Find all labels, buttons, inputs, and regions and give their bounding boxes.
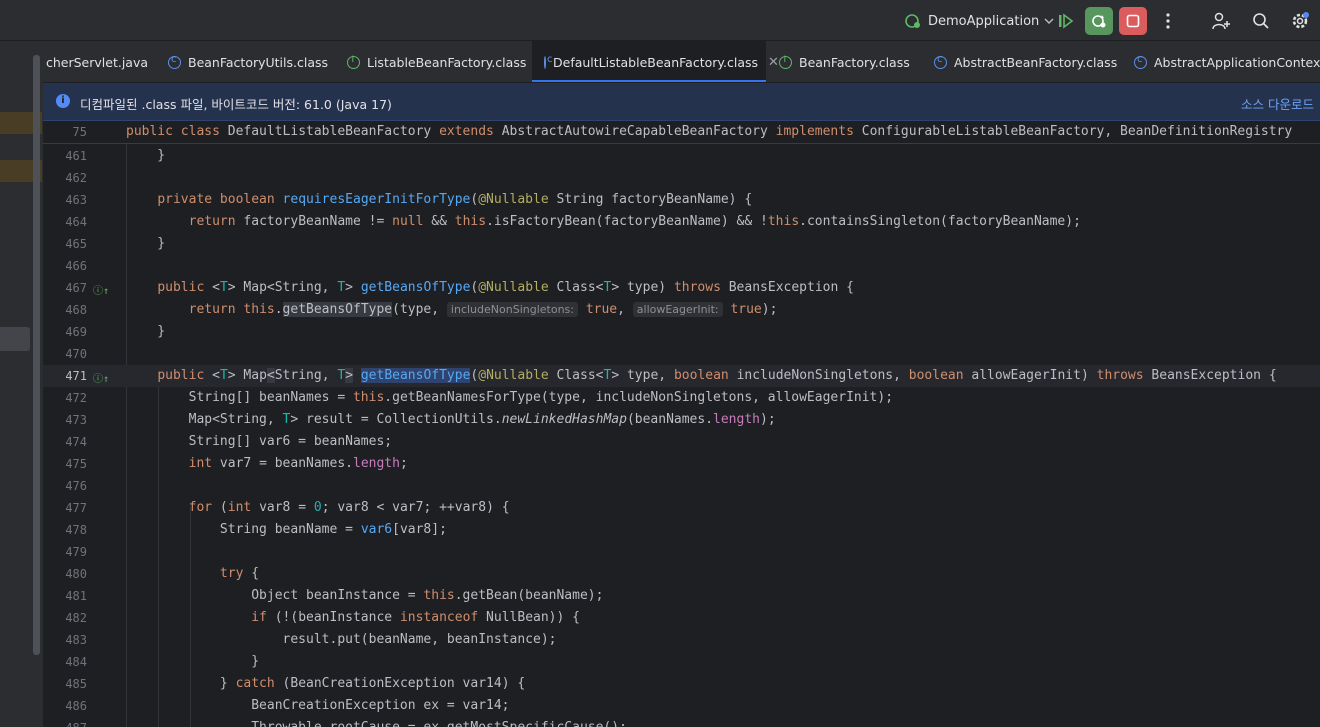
code-line: 486 BeanCreationException ex = var14; (65, 698, 510, 713)
code-line: 464 return factoryBeanName != null && th… (65, 214, 1081, 229)
code-line: 483 result.put(beanName, beanInstance); (65, 632, 557, 647)
code-line: 473 Map<String, T> result = CollectionUt… (65, 412, 776, 427)
code-line: 468 return this.getBeansOfType(type, inc… (65, 302, 778, 317)
download-sources-link[interactable]: 소스 다운로드 (1241, 94, 1314, 113)
settings-button[interactable] (1286, 7, 1314, 35)
current-code-line: 471 ⓘ↑ public <T> Map<String, T> getBeans… (43, 365, 1320, 387)
code-line: 474 String[] var6 = beanNames; (65, 434, 393, 449)
tab-label: DefaultListableBeanFactory.class (553, 54, 759, 70)
class-icon (544, 54, 553, 69)
banner-text: 디컴파일된 .class 파일, 바이트코드 버전: 61.0 (Java 17… (80, 97, 392, 112)
more-vertical-icon (1166, 13, 1170, 29)
interface-icon (779, 55, 792, 69)
code-line: 480 try { (65, 566, 260, 581)
tab-bean-factory[interactable]: BeanFactory.class (779, 41, 910, 82)
run-config-selector[interactable]: DemoApplication (904, 8, 1055, 34)
code-line: 482 if (!(beanInstance instanceof NullBe… (65, 610, 580, 625)
code-line: 472 String[] beanNames = this.getBeanNam… (65, 390, 894, 405)
code-line: 469 } (65, 324, 166, 339)
interface-icon (347, 55, 360, 69)
add-user-icon (1212, 12, 1230, 30)
code-line: 484 } (65, 654, 260, 669)
more-actions-button[interactable] (1154, 7, 1182, 35)
search-icon (1253, 13, 1269, 29)
code-line: 465 } (65, 236, 166, 251)
code-line: 467 ⓘ↑ public <T> Map<String, T> getBeans… (43, 277, 1320, 299)
debug-restart-icon (1092, 15, 1106, 28)
tab-label: cherServlet.java (46, 54, 149, 70)
selected-node[interactable] (0, 327, 30, 351)
tab-bean-factory-utils[interactable]: BeanFactoryUtils.class (168, 41, 329, 82)
debug-button[interactable] (1085, 7, 1113, 35)
code-editor[interactable]: 461 } 462 463 private boolean requiresEa… (43, 121, 1320, 727)
close-icon[interactable]: ✕ (768, 55, 779, 70)
run-config-label: DemoApplication (928, 13, 1040, 29)
gear-icon (1292, 12, 1309, 29)
resume-button[interactable] (1052, 7, 1080, 35)
code-line: 462 (65, 171, 87, 185)
tab-label: AbstractBeanFactory.class (954, 54, 1118, 70)
code-line: 463 private boolean requiresEagerInitFor… (65, 192, 753, 207)
tab-abstract-bean-factory[interactable]: AbstractBeanFactory.class (934, 41, 1118, 82)
resume-icon (1059, 13, 1074, 29)
spring-run-icon (905, 14, 920, 28)
tab-listable-bean-factory[interactable]: ListableBeanFactory.class (347, 41, 527, 82)
stop-icon (1126, 14, 1140, 28)
code-line: 477 for (int var8 = 0; var8 < var7; ++va… (65, 500, 510, 515)
code-line: 475 int var7 = beanNames.length; (65, 456, 408, 471)
tab-label: BeanFactoryUtils.class (188, 54, 329, 70)
title-bar: DemoApplication (0, 0, 1320, 41)
code-line: 481 Object beanInstance = this.getBean(b… (65, 588, 604, 603)
left-panel-strip (0, 41, 43, 727)
decompiled-notice-banner: i 디컴파일된 .class 파일, 바이트코드 버전: 61.0 (Java … (43, 83, 1320, 121)
code-line: 476 (65, 479, 87, 493)
tab-abstract-application-context[interactable]: AbstractApplicationContext.cla (1134, 41, 1320, 82)
parameter-hint: allowEagerInit: (632, 302, 723, 317)
class-icon (1134, 54, 1147, 69)
search-button[interactable] (1247, 7, 1275, 35)
left-scrollbar[interactable] (33, 55, 40, 655)
code-line: 466 (65, 259, 87, 273)
tab-dispatcher-servlet[interactable]: cherServlet.java (46, 41, 149, 82)
stop-button[interactable] (1119, 7, 1147, 35)
tab-default-listable-bean-factory[interactable]: DefaultListableBeanFactory.class ✕ (532, 41, 779, 82)
code-line: 461 } (65, 148, 166, 163)
class-icon (934, 54, 947, 69)
code-line: 479 (65, 545, 87, 559)
tab-label: AbstractApplicationContext.cla (1154, 54, 1320, 70)
code-line: 478 String beanName = var6[var8]; (65, 522, 447, 537)
tab-label: ListableBeanFactory.class (367, 54, 527, 70)
info-icon: i (56, 94, 70, 108)
editor-tab-bar: cherServlet.java BeanFactoryUtils.class … (43, 41, 1320, 83)
parameter-hint: includeNonSingletons: (446, 302, 578, 317)
add-user-button[interactable] (1207, 7, 1235, 35)
tab-label: BeanFactory.class (799, 54, 910, 70)
code-line: 470 (65, 347, 87, 361)
code-line: 485 } catch (BeanCreationException var14… (65, 676, 526, 691)
code-line: 487 Throwable rootCause = ex.getMostSpec… (43, 717, 1320, 727)
class-icon (168, 54, 181, 69)
sticky-class-header[interactable]: 75 public class DefaultListableBeanFactor… (43, 121, 1320, 144)
